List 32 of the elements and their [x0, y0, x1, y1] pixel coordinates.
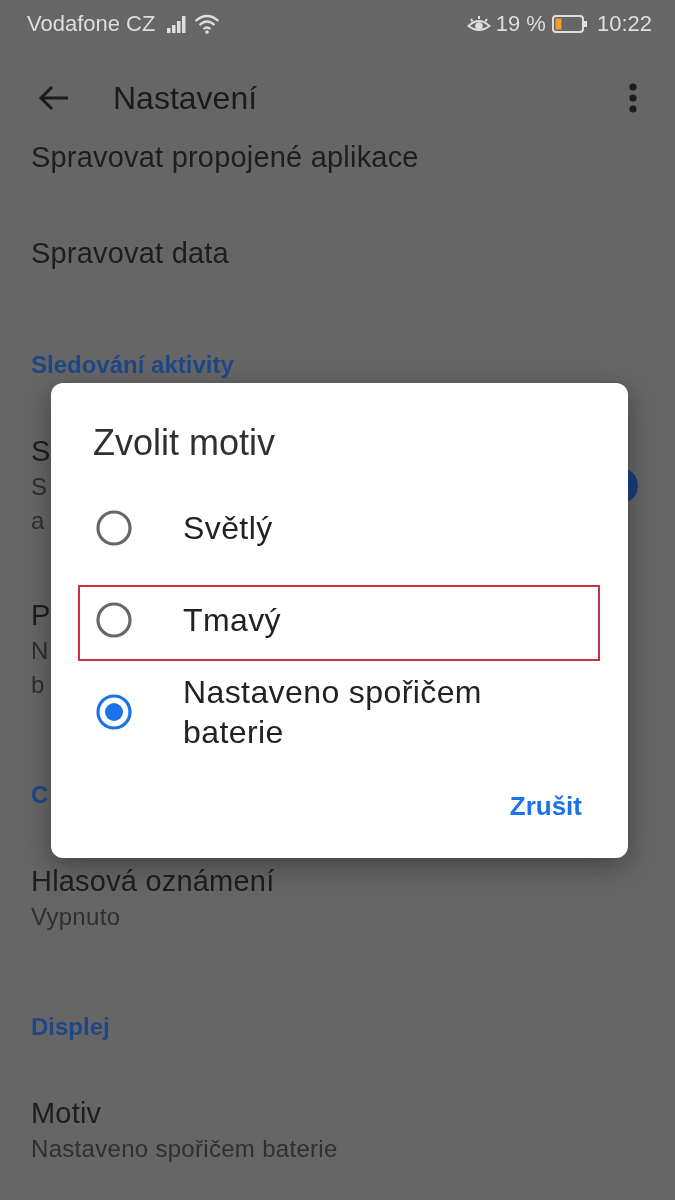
radio-button[interactable] [96, 602, 132, 638]
setting-title: S [31, 434, 51, 469]
setting-title: Hlasová oznámení [31, 864, 275, 899]
battery-percentage: 19 % [495, 11, 546, 37]
setting-title: Spravovat propojené aplikace [31, 140, 419, 175]
back-arrow-icon [37, 84, 69, 112]
option-label[interactable]: Tmavý [183, 600, 281, 640]
battery-icon [551, 15, 588, 33]
setting-title: Motiv [31, 1096, 102, 1131]
section-header: Sledování aktivity [31, 351, 234, 378]
more-vertical-icon [628, 83, 638, 113]
option-label[interactable]: Světlý [183, 508, 273, 548]
clock-time: 10:22 [596, 11, 652, 37]
signal-icon [167, 15, 188, 33]
section-header: C [31, 781, 49, 808]
eye-icon [466, 15, 491, 33]
setting-summary: Nastaveno spořičem baterie [31, 1134, 338, 1164]
cancel-button[interactable]: Zrušit [493, 778, 598, 834]
setting-title: P [31, 598, 51, 633]
dialog-title: Zvolit motiv [93, 423, 276, 463]
more-options-button[interactable] [628, 83, 638, 113]
back-button[interactable] [37, 84, 69, 112]
radio-button[interactable] [96, 510, 132, 546]
radio-button[interactable] [96, 694, 132, 730]
toggle-switch[interactable] [628, 468, 638, 502]
screen-title: Nastavení [113, 79, 259, 117]
carrier-name: Vodafone CZ [27, 11, 156, 37]
wifi-icon [194, 14, 221, 34]
option-label[interactable]: Nastaveno spořičem baterie [183, 672, 543, 752]
section-header: Displej [31, 1013, 110, 1040]
setting-title: Spravovat data [31, 236, 229, 271]
setting-summary: Vypnuto [31, 902, 121, 932]
